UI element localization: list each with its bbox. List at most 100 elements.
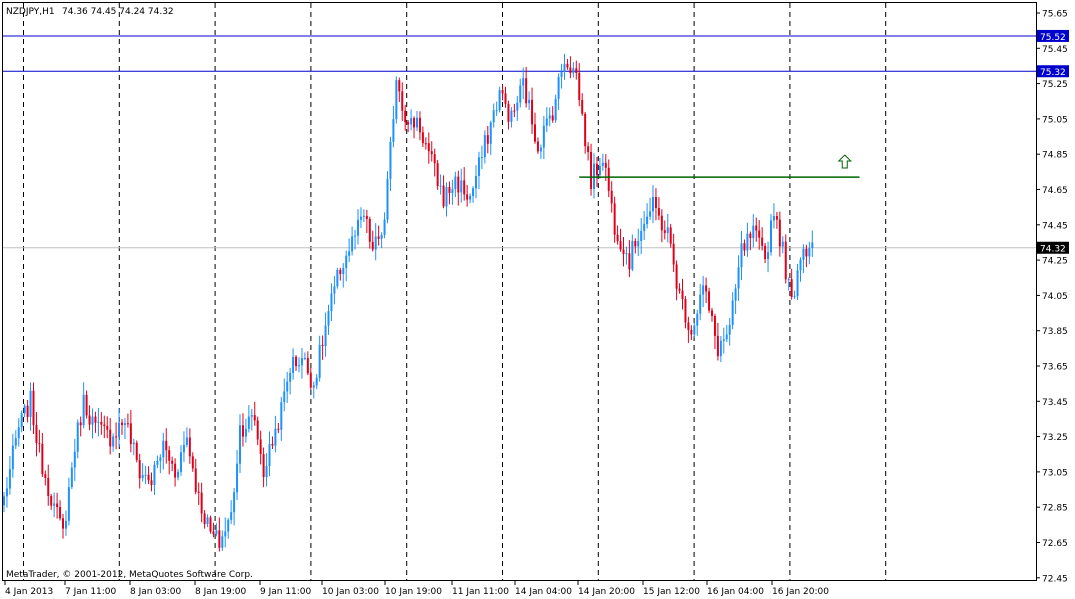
- candle-body: [354, 235, 357, 237]
- candle-body: [41, 443, 44, 475]
- y-tick-label: 74.85: [1042, 151, 1068, 161]
- candle-body: [790, 279, 793, 297]
- candle-body: [277, 428, 280, 430]
- y-tick-label: 72.85: [1042, 504, 1068, 514]
- candle-body: [365, 215, 368, 219]
- candle-body: [634, 240, 637, 247]
- candle-body: [109, 429, 112, 447]
- candle-body: [106, 425, 109, 430]
- candle-body: [649, 211, 652, 217]
- candle-body: [336, 269, 339, 287]
- candle-body: [475, 175, 477, 189]
- x-tick-label: 14 Jan 04:00: [515, 587, 572, 597]
- candle-body: [684, 299, 687, 323]
- candle-body: [129, 423, 132, 445]
- candle-body: [646, 216, 649, 225]
- candle-body: [519, 85, 522, 103]
- x-tick-label: 16 Jan 20:00: [772, 587, 829, 597]
- candle-body: [427, 143, 430, 152]
- candle-body: [711, 310, 713, 317]
- candle-body: [26, 405, 29, 417]
- candle-body: [424, 143, 427, 145]
- candle-body: [643, 224, 646, 231]
- candle-body: [542, 125, 545, 148]
- price-chart[interactable]: 75.52 75.32 74.32 75.65 75.45 75.25 75.05 74.8…: [0, 0, 1075, 599]
- candle-body: [501, 90, 504, 94]
- candle-body: [430, 151, 433, 155]
- candle-body: [457, 176, 460, 193]
- candle-body: [392, 119, 395, 142]
- candle-body: [805, 248, 808, 257]
- candle-body: [581, 99, 584, 114]
- candle-body: [330, 293, 333, 312]
- candle-body: [197, 491, 200, 493]
- candle-body: [368, 218, 371, 242]
- candle-body: [79, 422, 82, 426]
- candle-body: [177, 471, 180, 478]
- candle-body: [239, 425, 241, 464]
- candle-body: [516, 102, 519, 111]
- x-tick-label: 8 Jan 19:00: [195, 587, 247, 597]
- candle-body: [168, 450, 171, 461]
- candle-body: [525, 78, 528, 104]
- candle-body: [295, 356, 298, 367]
- candle-body: [182, 444, 185, 453]
- x-tick-label: 7 Jan 11:00: [65, 587, 117, 597]
- candle-body: [448, 187, 451, 194]
- candle-body: [185, 437, 188, 445]
- candle-body: [787, 279, 790, 281]
- candle-body: [221, 536, 224, 548]
- candle-body: [200, 492, 203, 514]
- candle-body: [73, 451, 76, 468]
- x-tick-label: 15 Jan 12:00: [643, 587, 700, 597]
- candle-body: [283, 391, 286, 403]
- candle-body: [56, 503, 59, 508]
- candle-body: [772, 215, 775, 221]
- candle-body: [324, 325, 327, 346]
- candle-body: [206, 517, 209, 525]
- candle-body: [761, 237, 764, 246]
- candle-body: [678, 288, 681, 291]
- candle-body: [413, 118, 416, 128]
- candle-body: [731, 300, 734, 325]
- price-axis: 75.65 75.45 75.25 75.05 74.85 74.65 74.45 74.25…: [1036, 10, 1068, 584]
- x-tick-label: 10 Jan 03:00: [322, 587, 379, 597]
- candle-body: [770, 220, 772, 253]
- candle-body: [171, 460, 174, 464]
- candle-body: [725, 334, 728, 340]
- candle-body: [165, 440, 168, 451]
- candle-body: [85, 394, 88, 416]
- candle-body: [126, 423, 129, 425]
- candle-body: [528, 99, 531, 104]
- candle-body: [619, 241, 622, 250]
- candle-body: [300, 358, 303, 366]
- candle-body: [495, 110, 498, 112]
- candle-body: [539, 147, 542, 152]
- candle-body: [557, 76, 560, 99]
- candle-body: [94, 416, 97, 423]
- candle-body: [699, 294, 702, 314]
- candle-body: [144, 474, 147, 476]
- candle-body: [631, 240, 634, 270]
- candle-body: [666, 227, 669, 233]
- candle-body: [351, 236, 354, 252]
- y-tick-label: 73.05: [1042, 468, 1068, 478]
- candle-body: [132, 442, 135, 445]
- y-tick-label: 75.45: [1042, 45, 1068, 55]
- candle-body: [793, 296, 796, 298]
- candle-body: [17, 427, 20, 439]
- candle-body: [23, 405, 26, 414]
- candle-body: [268, 444, 271, 467]
- candle-body: [690, 330, 693, 335]
- candle-body: [563, 63, 566, 72]
- candle-body: [654, 196, 657, 208]
- candle-body: [318, 345, 321, 378]
- candle-body: [713, 316, 716, 336]
- candle-body: [433, 154, 436, 164]
- candle-body: [460, 180, 463, 193]
- candle-body: [439, 185, 442, 187]
- candle-body: [121, 422, 123, 425]
- candle-body: [265, 466, 268, 478]
- candle-body: [737, 267, 740, 289]
- candle-body: [595, 163, 598, 176]
